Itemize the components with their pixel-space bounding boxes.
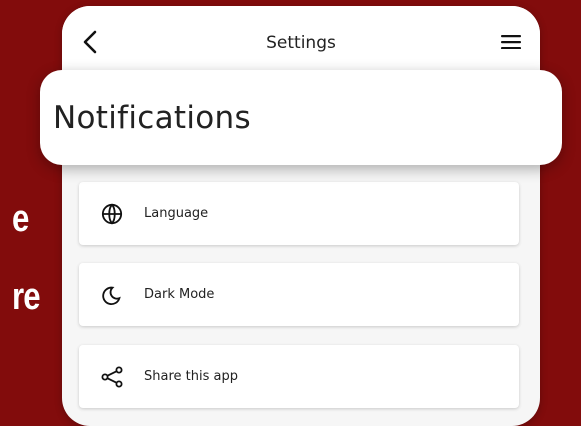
settings-item-label: Share this app [144,369,238,384]
settings-item-share[interactable]: Share this app [79,345,519,408]
hamburger-menu-icon [501,35,521,49]
background-partial-text: re [12,276,41,318]
globe-icon [97,199,127,229]
moon-icon [97,280,127,310]
settings-item-label: Notifications [53,99,251,136]
phone-screen: Settings Language Dark Mode Share this a… [62,6,540,426]
menu-button[interactable] [500,32,522,52]
share-icon [97,362,127,392]
page-title: Settings [266,33,336,53]
app-bar: Settings [62,6,540,80]
background-partial-text: e [12,198,29,240]
settings-item-dark-mode[interactable]: Dark Mode [79,263,519,326]
settings-item-notifications[interactable]: Notifications [40,70,562,165]
settings-item-label: Language [144,206,209,221]
settings-item-language[interactable]: Language [79,182,519,245]
settings-item-label: Dark Mode [144,287,215,302]
